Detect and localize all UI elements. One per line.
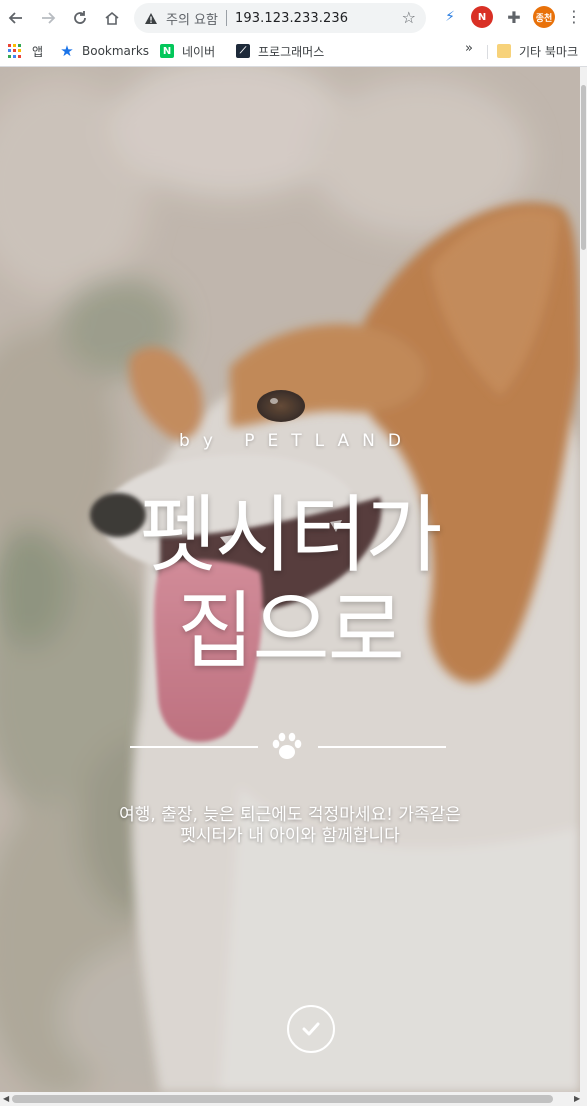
bookmark-other[interactable]: 기타 북마크 <box>497 40 578 62</box>
bookmarks-divider <box>487 45 488 59</box>
address-bar[interactable]: 주의 요함 193.123.233.236 ☆ <box>134 3 426 33</box>
hero-subtitle-line2: 펫시터가 내 아이와 함께합니다 <box>180 826 400 846</box>
back-button[interactable] <box>0 0 32 36</box>
folder-icon <box>497 44 511 58</box>
reload-button[interactable] <box>64 0 96 36</box>
bookmark-bookmarks[interactable]: ★ Bookmarks <box>60 40 149 62</box>
page-viewport: by PETLAND 펫시터가 집으로 여행, 출장, 늦은 퇴근에도 걱정마세… <box>0 67 580 1092</box>
bookmarks-overflow-button[interactable]: » <box>465 41 473 56</box>
hero-title: 펫시터가 집으로 <box>0 487 580 679</box>
extensions-puzzle-icon[interactable]: ✚ <box>503 6 525 28</box>
home-icon <box>105 11 119 25</box>
hero-title-line2: 집으로 <box>177 582 405 680</box>
security-label[interactable]: 주의 요함 <box>166 9 218 28</box>
scroll-left-arrow-icon[interactable]: ◀ <box>3 1094 9 1103</box>
divider-right <box>318 746 446 748</box>
bookmark-programmers[interactable]: ⟋ 프로그래머스 <box>236 40 324 62</box>
bookmarks-bar: 앱 ★ Bookmarks N 네이버 ⟋ 프로그래머스 » 기타 북마크 <box>0 36 587 67</box>
forward-button[interactable] <box>32 0 64 36</box>
bookmark-apps[interactable]: 앱 <box>8 40 43 62</box>
url-text[interactable]: 193.123.233.236 <box>235 11 348 26</box>
vertical-scrollbar[interactable] <box>580 67 587 1092</box>
bookmark-label: 기타 북마크 <box>519 44 579 59</box>
paw-icon <box>272 732 302 759</box>
horizontal-scrollbar[interactable]: ◀ ▶ <box>0 1092 587 1106</box>
vertical-scrollbar-thumb[interactable] <box>581 85 586 250</box>
bookmark-label: Bookmarks <box>82 44 150 58</box>
apps-grid-icon <box>8 44 22 58</box>
bookmark-label: 네이버 <box>182 44 216 59</box>
bookmark-star-icon[interactable]: ☆ <box>402 8 416 27</box>
hero-subtitle-line1: 여행, 출장, 늦은 퇴근에도 걱정마세요! 가족같은 <box>119 805 461 825</box>
hero-overlay: by PETLAND 펫시터가 집으로 여행, 출장, 늦은 퇴근에도 걱정마세… <box>0 67 580 1092</box>
brand-byline: by PETLAND <box>179 431 414 451</box>
browser-toolbar: 주의 요함 193.123.233.236 ☆ ⚡ N ✚ 종천 ⋮ <box>0 0 587 36</box>
hero-subtitle: 여행, 출장, 늦은 퇴근에도 걱정마세요! 가족같은 펫시터가 내 아이와 함… <box>30 805 550 847</box>
browser-menu-icon[interactable]: ⋮ <box>566 6 582 28</box>
home-button[interactable] <box>96 0 128 36</box>
omnibox-separator <box>225 10 227 26</box>
star-icon: ★ <box>60 42 74 60</box>
naver-icon: N <box>160 44 174 58</box>
divider-left <box>130 746 258 748</box>
bookmark-label: 프로그래머스 <box>258 44 325 59</box>
warning-icon[interactable] <box>136 12 166 25</box>
horizontal-scrollbar-thumb[interactable] <box>12 1095 553 1103</box>
arrow-left-icon <box>8 12 22 24</box>
bookmark-label: 앱 <box>32 44 44 59</box>
scroll-right-arrow-icon[interactable]: ▶ <box>574 1094 580 1103</box>
extension-2-icon[interactable]: N <box>471 6 493 28</box>
profile-avatar[interactable]: 종천 <box>533 6 555 28</box>
scroll-down-check-button[interactable] <box>287 1005 335 1053</box>
check-icon <box>302 1022 320 1036</box>
reload-icon <box>74 11 86 24</box>
bookmark-naver[interactable]: N 네이버 <box>160 40 215 62</box>
extension-1-icon[interactable]: ⚡ <box>439 6 461 28</box>
hero-title-line1: 펫시터가 <box>139 486 442 584</box>
programmers-icon: ⟋ <box>236 44 250 58</box>
arrow-right-icon <box>42 12 56 24</box>
